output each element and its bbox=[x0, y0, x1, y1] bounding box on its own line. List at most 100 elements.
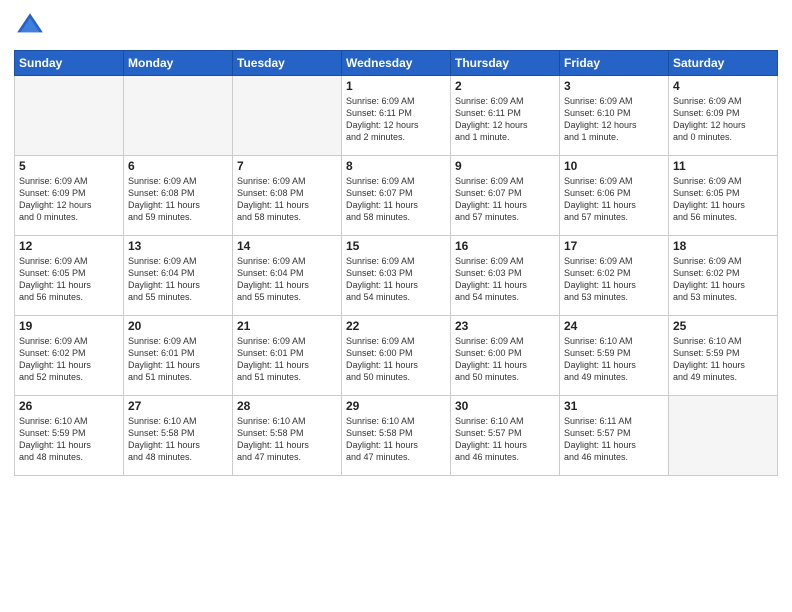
calendar-cell bbox=[15, 76, 124, 156]
calendar-cell: 22 Sunrise: 6:09 AM Sunset: 6:00 PM Dayli… bbox=[342, 316, 451, 396]
week-row-1: 1Sunrise: 6:09 AM Sunset: 6:11 PM Daylig… bbox=[15, 76, 778, 156]
day-number: 14 bbox=[237, 239, 337, 253]
calendar-cell bbox=[233, 76, 342, 156]
day-info: Sunrise: 6:09 AM Sunset: 6:09 PM Dayligh… bbox=[673, 95, 773, 144]
day-number: 13 bbox=[128, 239, 228, 253]
day-info: Sunrise: 6:09 AM Sunset: 6:03 PM Dayligh… bbox=[455, 255, 555, 304]
day-number: 16 bbox=[455, 239, 555, 253]
calendar-cell: 10 Sunrise: 6:09 AM Sunset: 6:06 PM Dayli… bbox=[560, 156, 669, 236]
calendar-cell: 17Sunrise: 6:09 AM Sunset: 6:02 PM Dayli… bbox=[560, 236, 669, 316]
calendar-cell: 14 Sunrise: 6:09 AM Sunset: 6:04 PM Dayli… bbox=[233, 236, 342, 316]
day-number: 4 bbox=[673, 79, 773, 93]
weekday-header-monday: Monday bbox=[124, 51, 233, 76]
calendar-cell: 9 Sunrise: 6:09 AM Sunset: 6:07 PM Daylig… bbox=[451, 156, 560, 236]
day-info: Sunrise: 6:09 AM Sunset: 6:11 PM Dayligh… bbox=[455, 95, 555, 144]
day-info: Sunrise: 6:09 AM Sunset: 6:06 PM Dayligh… bbox=[564, 175, 664, 224]
calendar-cell: 3Sunrise: 6:09 AM Sunset: 6:10 PM Daylig… bbox=[560, 76, 669, 156]
day-number: 12 bbox=[19, 239, 119, 253]
day-number: 25 bbox=[673, 319, 773, 333]
logo bbox=[14, 10, 50, 42]
day-number: 24 bbox=[564, 319, 664, 333]
day-number: 21 bbox=[237, 319, 337, 333]
calendar-cell: 31 Sunrise: 6:11 AM Sunset: 5:57 PM Dayli… bbox=[560, 396, 669, 476]
day-info: Sunrise: 6:10 AM Sunset: 5:58 PM Dayligh… bbox=[237, 415, 337, 464]
day-number: 20 bbox=[128, 319, 228, 333]
calendar-cell: 30Sunrise: 6:10 AM Sunset: 5:57 PM Dayli… bbox=[451, 396, 560, 476]
day-number: 3 bbox=[564, 79, 664, 93]
day-info: Sunrise: 6:09 AM Sunset: 6:08 PM Dayligh… bbox=[237, 175, 337, 224]
header bbox=[14, 10, 778, 42]
calendar-cell: 5 Sunrise: 6:09 AM Sunset: 6:09 PM Daylig… bbox=[15, 156, 124, 236]
day-number: 5 bbox=[19, 159, 119, 173]
day-info: Sunrise: 6:09 AM Sunset: 6:05 PM Dayligh… bbox=[673, 175, 773, 224]
calendar-table: SundayMondayTuesdayWednesdayThursdayFrid… bbox=[14, 50, 778, 476]
week-row-5: 26Sunrise: 6:10 AM Sunset: 5:59 PM Dayli… bbox=[15, 396, 778, 476]
day-number: 23 bbox=[455, 319, 555, 333]
day-info: Sunrise: 6:10 AM Sunset: 5:58 PM Dayligh… bbox=[346, 415, 446, 464]
day-info: Sunrise: 6:10 AM Sunset: 5:58 PM Dayligh… bbox=[128, 415, 228, 464]
day-number: 19 bbox=[19, 319, 119, 333]
calendar-cell: 25 Sunrise: 6:10 AM Sunset: 5:59 PM Dayli… bbox=[669, 316, 778, 396]
calendar-cell: 29Sunrise: 6:10 AM Sunset: 5:58 PM Dayli… bbox=[342, 396, 451, 476]
day-info: Sunrise: 6:09 AM Sunset: 6:04 PM Dayligh… bbox=[128, 255, 228, 304]
day-info: Sunrise: 6:11 AM Sunset: 5:57 PM Dayligh… bbox=[564, 415, 664, 464]
calendar-cell: 11 Sunrise: 6:09 AM Sunset: 6:05 PM Dayli… bbox=[669, 156, 778, 236]
day-info: Sunrise: 6:09 AM Sunset: 6:03 PM Dayligh… bbox=[346, 255, 446, 304]
weekday-header-thursday: Thursday bbox=[451, 51, 560, 76]
day-info: Sunrise: 6:09 AM Sunset: 6:00 PM Dayligh… bbox=[346, 335, 446, 384]
calendar-cell: 24 Sunrise: 6:10 AM Sunset: 5:59 PM Dayli… bbox=[560, 316, 669, 396]
day-info: Sunrise: 6:09 AM Sunset: 6:01 PM Dayligh… bbox=[128, 335, 228, 384]
week-row-3: 12 Sunrise: 6:09 AM Sunset: 6:05 PM Dayli… bbox=[15, 236, 778, 316]
day-info: Sunrise: 6:10 AM Sunset: 5:57 PM Dayligh… bbox=[455, 415, 555, 464]
day-number: 2 bbox=[455, 79, 555, 93]
day-info: Sunrise: 6:10 AM Sunset: 5:59 PM Dayligh… bbox=[564, 335, 664, 384]
day-info: Sunrise: 6:09 AM Sunset: 6:02 PM Dayligh… bbox=[673, 255, 773, 304]
calendar-cell: 21 Sunrise: 6:09 AM Sunset: 6:01 PM Dayli… bbox=[233, 316, 342, 396]
calendar-cell: 27 Sunrise: 6:10 AM Sunset: 5:58 PM Dayli… bbox=[124, 396, 233, 476]
day-info: Sunrise: 6:09 AM Sunset: 6:01 PM Dayligh… bbox=[237, 335, 337, 384]
calendar-cell: 7 Sunrise: 6:09 AM Sunset: 6:08 PM Daylig… bbox=[233, 156, 342, 236]
calendar-cell: 16 Sunrise: 6:09 AM Sunset: 6:03 PM Dayli… bbox=[451, 236, 560, 316]
calendar-cell: 1Sunrise: 6:09 AM Sunset: 6:11 PM Daylig… bbox=[342, 76, 451, 156]
day-number: 18 bbox=[673, 239, 773, 253]
day-info: Sunrise: 6:09 AM Sunset: 6:02 PM Dayligh… bbox=[19, 335, 119, 384]
day-number: 7 bbox=[237, 159, 337, 173]
day-number: 11 bbox=[673, 159, 773, 173]
calendar-cell: 28Sunrise: 6:10 AM Sunset: 5:58 PM Dayli… bbox=[233, 396, 342, 476]
weekday-header-tuesday: Tuesday bbox=[233, 51, 342, 76]
calendar-cell: 23Sunrise: 6:09 AM Sunset: 6:00 PM Dayli… bbox=[451, 316, 560, 396]
weekday-header-friday: Friday bbox=[560, 51, 669, 76]
day-number: 22 bbox=[346, 319, 446, 333]
logo-icon bbox=[14, 10, 46, 42]
calendar-cell: 18 Sunrise: 6:09 AM Sunset: 6:02 PM Dayli… bbox=[669, 236, 778, 316]
day-info: Sunrise: 6:09 AM Sunset: 6:04 PM Dayligh… bbox=[237, 255, 337, 304]
day-number: 17 bbox=[564, 239, 664, 253]
day-number: 9 bbox=[455, 159, 555, 173]
calendar-cell: 6Sunrise: 6:09 AM Sunset: 6:08 PM Daylig… bbox=[124, 156, 233, 236]
day-info: Sunrise: 6:09 AM Sunset: 6:07 PM Dayligh… bbox=[346, 175, 446, 224]
weekday-header-sunday: Sunday bbox=[15, 51, 124, 76]
calendar-cell: 8Sunrise: 6:09 AM Sunset: 6:07 PM Daylig… bbox=[342, 156, 451, 236]
week-row-4: 19 Sunrise: 6:09 AM Sunset: 6:02 PM Dayli… bbox=[15, 316, 778, 396]
page-container: SundayMondayTuesdayWednesdayThursdayFrid… bbox=[0, 0, 792, 486]
day-info: Sunrise: 6:09 AM Sunset: 6:05 PM Dayligh… bbox=[19, 255, 119, 304]
day-number: 10 bbox=[564, 159, 664, 173]
day-number: 15 bbox=[346, 239, 446, 253]
day-info: Sunrise: 6:10 AM Sunset: 5:59 PM Dayligh… bbox=[19, 415, 119, 464]
day-number: 27 bbox=[128, 399, 228, 413]
day-info: Sunrise: 6:09 AM Sunset: 6:11 PM Dayligh… bbox=[346, 95, 446, 144]
calendar-cell bbox=[124, 76, 233, 156]
day-info: Sunrise: 6:10 AM Sunset: 5:59 PM Dayligh… bbox=[673, 335, 773, 384]
calendar-cell: 26Sunrise: 6:10 AM Sunset: 5:59 PM Dayli… bbox=[15, 396, 124, 476]
day-info: Sunrise: 6:09 AM Sunset: 6:07 PM Dayligh… bbox=[455, 175, 555, 224]
calendar-cell: 4 Sunrise: 6:09 AM Sunset: 6:09 PM Daylig… bbox=[669, 76, 778, 156]
day-number: 31 bbox=[564, 399, 664, 413]
calendar-cell: 13 Sunrise: 6:09 AM Sunset: 6:04 PM Dayli… bbox=[124, 236, 233, 316]
weekday-header-row: SundayMondayTuesdayWednesdayThursdayFrid… bbox=[15, 51, 778, 76]
calendar-cell: 12 Sunrise: 6:09 AM Sunset: 6:05 PM Dayli… bbox=[15, 236, 124, 316]
day-info: Sunrise: 6:09 AM Sunset: 6:08 PM Dayligh… bbox=[128, 175, 228, 224]
day-info: Sunrise: 6:09 AM Sunset: 6:09 PM Dayligh… bbox=[19, 175, 119, 224]
calendar-cell: 19 Sunrise: 6:09 AM Sunset: 6:02 PM Dayli… bbox=[15, 316, 124, 396]
weekday-header-saturday: Saturday bbox=[669, 51, 778, 76]
weekday-header-wednesday: Wednesday bbox=[342, 51, 451, 76]
